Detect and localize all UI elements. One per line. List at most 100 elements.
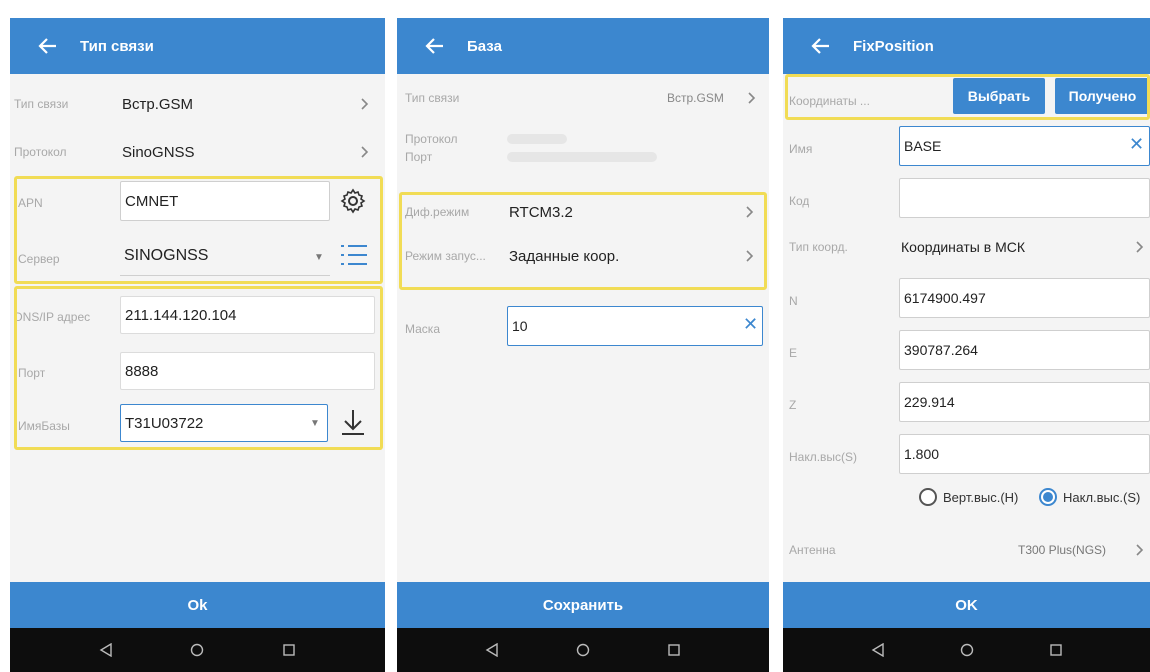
apn-label: APN — [18, 196, 43, 210]
port-label: Порт — [18, 366, 46, 380]
chevron-right-icon — [360, 145, 372, 159]
radio-slant-height[interactable]: Накл.выс.(S) — [1039, 488, 1140, 506]
basename-label: ИмяБазы — [18, 419, 70, 433]
radio-vertical-height[interactable]: Верт.выс.(H) — [919, 488, 1018, 506]
radio-slant-label: Накл.выс.(S) — [1063, 489, 1141, 505]
conn-type-value: Встр.GSM — [122, 95, 194, 113]
protocol-row[interactable]: Протокол SinoGNSS — [10, 132, 385, 172]
page-title: Тип связи — [80, 37, 154, 55]
save-button[interactable]: Сохранить — [397, 582, 769, 628]
conn-type-row[interactable]: Тип связи Встр.GSM — [397, 80, 769, 116]
page-title: База — [467, 37, 502, 55]
conn-type-label: Тип связи — [405, 91, 460, 105]
ok-button[interactable]: OK — [783, 582, 1150, 628]
start-mode-value: Заданные коор. — [509, 247, 620, 265]
mask-value: 10 — [512, 318, 528, 334]
server-select[interactable]: SINOGNSS — [120, 236, 330, 276]
form-content: Тип связи Встр.GSM Протокол Порт Диф.реж… — [397, 74, 769, 582]
name-value: BASE — [904, 138, 942, 154]
chevron-right-icon — [745, 205, 757, 219]
nav-home-icon[interactable] — [571, 638, 595, 662]
apn-field[interactable]: CMNET — [120, 181, 330, 221]
app-bar: FixPosition — [783, 18, 1150, 74]
screen-fix-position: FixPosition Координаты ... Выбрать Получ… — [783, 18, 1150, 672]
antenna-row[interactable]: Антенна T300 Plus(NGS) — [783, 530, 1150, 570]
port-value: 8888 — [125, 362, 159, 380]
page-title: FixPosition — [853, 37, 934, 55]
radio-vertical-label: Верт.выс.(H) — [943, 489, 1019, 505]
back-arrow-icon[interactable] — [807, 32, 835, 60]
e-field[interactable]: 390787.264 — [899, 330, 1150, 370]
dns-value: 211.144.120.104 — [125, 306, 237, 324]
system-nav-bar — [10, 628, 385, 672]
e-label: E — [789, 346, 798, 360]
received-button[interactable]: Получено — [1055, 78, 1150, 114]
code-label: Код — [789, 194, 810, 208]
tilt-height-value: 1.800 — [904, 446, 940, 462]
z-field[interactable]: 229.914 — [899, 382, 1150, 422]
clear-icon[interactable]: ✕ — [1129, 134, 1144, 155]
conn-type-label: Тип связи — [14, 97, 69, 111]
chevron-right-icon — [360, 97, 372, 111]
e-value: 390787.264 — [904, 342, 978, 358]
port-field[interactable]: 8888 — [120, 352, 375, 390]
coords-label: Координаты ... — [789, 94, 869, 108]
z-label: Z — [789, 398, 797, 412]
name-field[interactable]: BASE — [899, 126, 1150, 166]
start-mode-label: Режим запус... — [405, 249, 486, 263]
n-value: 6174900.497 — [904, 290, 986, 306]
start-mode-row[interactable]: Режим запус... Заданные коор. — [397, 234, 769, 278]
dns-label: DNS/IP адрес — [14, 310, 91, 324]
diff-mode-value: RTCM3.2 — [509, 203, 573, 221]
system-nav-bar — [783, 628, 1150, 672]
z-value: 229.914 — [904, 394, 955, 410]
list-menu-icon[interactable] — [340, 242, 368, 273]
nav-back-icon[interactable] — [866, 638, 890, 662]
diff-mode-row[interactable]: Диф.режим RTCM3.2 — [397, 190, 769, 234]
nav-recents-icon[interactable] — [662, 638, 686, 662]
apn-value: CMNET — [125, 192, 179, 210]
n-label: N — [789, 294, 798, 308]
tilt-height-field[interactable]: 1.800 — [899, 434, 1150, 474]
ok-button[interactable]: Ok — [10, 582, 385, 628]
chevron-right-icon — [747, 91, 759, 105]
nav-recents-icon[interactable] — [277, 638, 301, 662]
nav-back-icon[interactable] — [480, 638, 504, 662]
nav-home-icon[interactable] — [955, 638, 979, 662]
dropdown-arrow-icon: ▼ — [314, 252, 324, 263]
nav-home-icon[interactable] — [185, 638, 209, 662]
select-button[interactable]: Выбрать — [953, 78, 1045, 114]
screen-base: База Тип связи Встр.GSM Протокол Порт Ди… — [397, 18, 769, 672]
radio-checked-icon — [1039, 488, 1057, 506]
form-content: Тип связи Встр.GSM Протокол SinoGNSS APN… — [10, 74, 385, 582]
back-arrow-icon[interactable] — [421, 32, 449, 60]
protocol-label: Протокол — [405, 132, 458, 146]
mask-label: Маска — [405, 322, 440, 336]
conn-type-value: Встр.GSM — [667, 91, 724, 105]
tilt-height-label: Накл.выс(S) — [789, 450, 858, 464]
form-content: Координаты ... Выбрать Получено Имя BASE… — [783, 74, 1150, 582]
blurred-value — [507, 152, 657, 162]
protocol-value: SinoGNSS — [122, 143, 195, 161]
n-field[interactable]: 6174900.497 — [899, 278, 1150, 318]
basename-field[interactable]: T31U03722 — [120, 404, 328, 442]
conn-type-row[interactable]: Тип связи Встр.GSM — [10, 84, 385, 124]
gear-icon[interactable] — [340, 188, 366, 219]
nav-recents-icon[interactable] — [1044, 638, 1068, 662]
coord-type-row[interactable]: Тип коорд. Координаты в МСК — [783, 226, 1150, 268]
back-arrow-icon[interactable] — [34, 32, 62, 60]
mask-field[interactable]: 10 — [507, 306, 763, 346]
nav-back-icon[interactable] — [94, 638, 118, 662]
blurred-value — [507, 134, 567, 144]
port-label: Порт — [405, 150, 433, 164]
download-icon[interactable] — [340, 408, 366, 441]
antenna-label: Антенна — [789, 543, 836, 557]
app-bar: Тип связи — [10, 18, 385, 74]
coord-type-value: Координаты в МСК — [901, 239, 1026, 255]
chevron-right-icon — [745, 249, 757, 263]
radio-unchecked-icon — [919, 488, 937, 506]
dns-field[interactable]: 211.144.120.104 — [120, 296, 375, 334]
code-field[interactable] — [899, 178, 1150, 218]
clear-icon[interactable]: ✕ — [743, 314, 758, 335]
app-bar: База — [397, 18, 769, 74]
